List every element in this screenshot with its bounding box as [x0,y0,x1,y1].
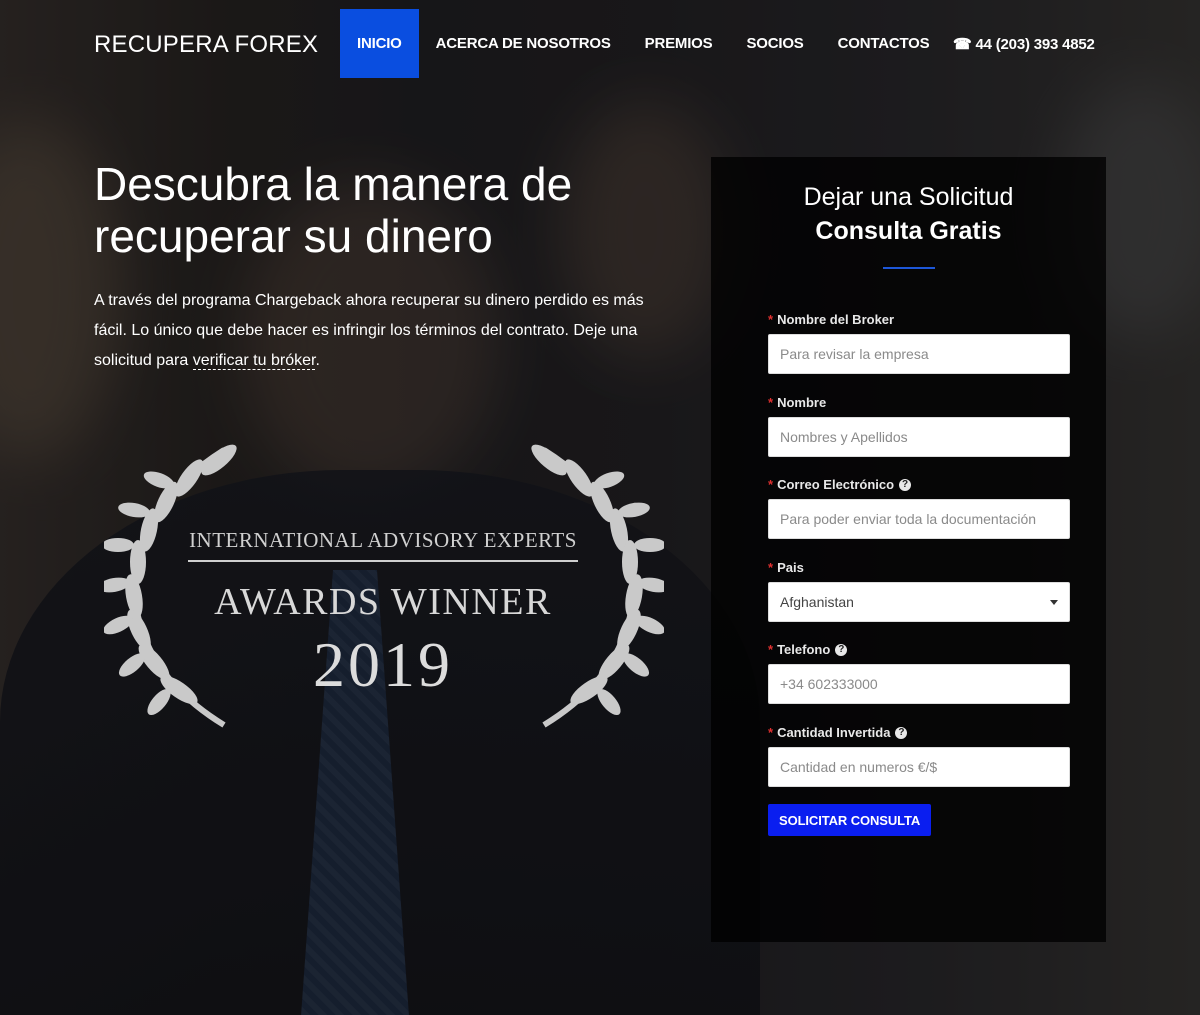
submit-consultation-button[interactable]: SOLICITAR CONSULTA [768,804,932,836]
broker-input[interactable] [768,334,1070,374]
broker-field: * Nombre del Broker [768,312,1070,374]
award-badge: INTERNATIONAL ADVISORY EXPERTS AWARDS WI… [104,440,664,740]
verify-broker-link[interactable]: verificar tu bróker [192,352,316,370]
help-icon[interactable]: ? [899,478,912,491]
amount-label: * Cantidad Invertida? [768,725,1070,740]
nav-item-inicio[interactable]: INICIO [340,9,419,78]
hero-description: A través del programa Chargeback ahora r… [94,286,664,376]
name-field: * Nombre [768,395,1070,457]
nav-item-contactos[interactable]: CONTACTOS [821,9,947,78]
help-icon[interactable]: ? [895,726,908,739]
nav-item-socios[interactable]: SOCIOS [729,9,820,78]
phone-field: * Telefono? [768,642,1070,704]
award-divider [188,560,578,562]
award-organization: INTERNATIONAL ADVISORY EXPERTS [189,528,577,552]
nav-item-acerca[interactable]: ACERCA DE NOSOTROS [419,9,628,78]
phone-input[interactable] [768,664,1070,704]
main-menu: INICIO ACERCA DE NOSOTROS PREMIOS SOCIOS… [340,9,946,78]
country-label: * Pais [768,560,804,575]
form-divider [882,267,935,269]
email-label: * Correo Electrónico? [768,477,1070,492]
amount-field: * Cantidad Invertida? [768,725,1070,787]
email-field: * Correo Electrónico? [768,477,1070,539]
country-selected-value: Afghanistan [780,594,854,610]
name-input[interactable] [768,417,1070,457]
country-select[interactable]: Afghanistan [768,582,1070,622]
brand-logo[interactable]: RECUPERA FOREX [94,31,318,59]
broker-label: * Nombre del Broker [768,312,895,327]
award-title: AWARDS WINNER [214,581,552,623]
country-field: * Pais Afghanistan [768,560,1070,622]
phone-link[interactable]: ☎ 44 (203) 393 4852 [953,35,1095,54]
hero-title: Descubra la manera de recuperar su diner… [94,158,573,262]
amount-input[interactable] [768,747,1070,787]
email-input[interactable] [768,499,1070,539]
phone-number: 44 (203) 393 4852 [975,35,1095,53]
award-year: 2019 [313,629,453,700]
form-heading: Dejar una Solicitud [803,183,1014,211]
consultation-form: Dejar una Solicitud Consulta Gratis * Nom… [711,157,1106,942]
nav-item-premios[interactable]: PREMIOS [628,9,730,78]
help-icon[interactable]: ? [835,643,848,656]
phone-label: * Telefono? [768,642,1070,657]
phone-icon: ☎ [953,36,972,53]
chevron-down-icon [1050,599,1058,605]
form-subheading: Consulta Gratis [815,217,1002,245]
form-title: Dejar una Solicitud Consulta Gratis [711,180,1106,248]
hero-text-end: . [315,352,320,369]
top-navigation: RECUPERA FOREX INICIO ACERCA DE NOSOTROS… [0,0,1200,80]
hero-text: A través del programa Chargeback ahora r… [94,292,644,369]
name-label: * Nombre [768,395,827,410]
